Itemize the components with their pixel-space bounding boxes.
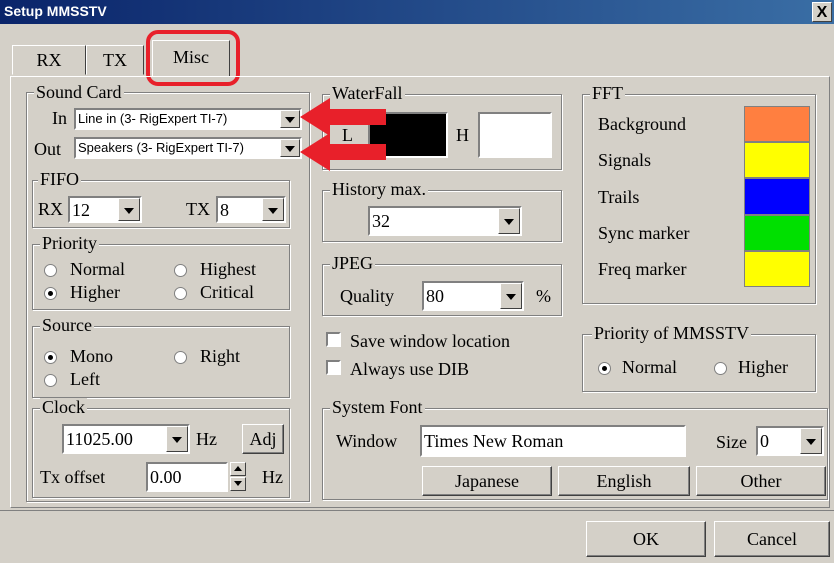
in-label: In xyxy=(52,108,67,128)
in-device-select[interactable]: Line in (3- RigExpert TI-7) xyxy=(74,108,302,130)
fft-trails-label: Trails xyxy=(598,187,640,207)
chevron-down-icon[interactable] xyxy=(166,426,188,452)
source-legend: Source xyxy=(40,315,94,335)
tx-offset-unit: Hz xyxy=(262,467,283,487)
tab-tx[interactable]: TX xyxy=(86,45,144,75)
font-window-value: Times New Roman xyxy=(424,431,564,451)
tx-offset-input[interactable]: 0.00 xyxy=(146,462,228,492)
other-font-button[interactable]: Other xyxy=(696,466,826,496)
fft-trails-swatch[interactable] xyxy=(744,178,810,215)
jpeg-quality-select[interactable]: 80 xyxy=(422,281,524,311)
sound-card-legend: Sound Card xyxy=(34,82,124,102)
english-font-button[interactable]: English xyxy=(558,466,690,496)
source-left-radio[interactable] xyxy=(44,374,57,387)
fft-legend: FFT xyxy=(590,83,626,103)
spin-down-icon[interactable] xyxy=(230,477,246,491)
history-value: 32 xyxy=(372,211,390,231)
fft-sync-marker-swatch[interactable] xyxy=(744,215,810,251)
ok-button[interactable]: OK xyxy=(586,521,706,557)
fifo-legend: FIFO xyxy=(38,169,82,189)
fifo-rx-label: RX xyxy=(38,199,64,219)
clock-legend: Clock xyxy=(40,397,87,417)
save-window-location-checkbox[interactable] xyxy=(326,332,341,347)
close-button[interactable]: X xyxy=(812,2,832,22)
window-title: Setup MMSSTV xyxy=(4,3,107,19)
annotation-arrows xyxy=(300,98,386,171)
priority-higher-radio[interactable] xyxy=(44,287,57,300)
waterfall-h-color[interactable] xyxy=(478,112,552,158)
fifo-rx-select[interactable]: 12 xyxy=(68,196,142,223)
tx-offset-label: Tx offset xyxy=(40,467,106,487)
fft-signals-swatch[interactable] xyxy=(744,142,810,178)
always-use-dib-label: Always use DIB xyxy=(350,359,469,379)
arrow-in-icon xyxy=(300,98,386,136)
chevron-down-icon[interactable] xyxy=(500,283,522,309)
out-device-value: Speakers (3- RigExpert TI-7) xyxy=(78,140,244,155)
mmsstv-normal-radio[interactable] xyxy=(598,362,611,375)
font-size-label: Size xyxy=(716,432,747,452)
out-device-select[interactable]: Speakers (3- RigExpert TI-7) xyxy=(74,137,302,159)
tx-offset-value: 0.00 xyxy=(150,467,182,487)
fifo-tx-value: 8 xyxy=(220,200,229,220)
chevron-down-icon[interactable] xyxy=(800,428,822,454)
fft-background-label: Background xyxy=(598,114,686,134)
mmsstv-higher-radio[interactable] xyxy=(714,362,727,375)
jpeg-legend: JPEG xyxy=(330,253,376,273)
adj-button[interactable]: Adj xyxy=(242,424,284,454)
font-window-input[interactable]: Times New Roman xyxy=(420,425,686,457)
font-size-value: 0 xyxy=(760,431,769,451)
tx-offset-spinner[interactable] xyxy=(230,462,246,492)
fifo-rx-value: 12 xyxy=(72,200,90,220)
fft-signals-label: Signals xyxy=(598,150,652,170)
in-device-value: Line in (3- RigExpert TI-7) xyxy=(78,111,228,126)
jpeg-unit: % xyxy=(536,286,551,306)
arrow-out-icon xyxy=(300,133,386,171)
chevron-down-icon[interactable] xyxy=(262,198,284,221)
jpeg-quality-label: Quality xyxy=(340,286,394,306)
priority-critical-radio[interactable] xyxy=(174,287,187,300)
font-window-label: Window xyxy=(336,431,398,451)
history-select[interactable]: 32 xyxy=(368,206,522,236)
cancel-button[interactable]: Cancel xyxy=(714,521,830,557)
spin-up-icon[interactable] xyxy=(230,462,246,476)
priority-highest-radio[interactable] xyxy=(174,264,187,277)
setup-dialog: Setup MMSSTV X RX TX Misc Sound Card In … xyxy=(0,0,834,563)
priority-normal-radio[interactable] xyxy=(44,264,57,277)
fft-freq-marker-label: Freq marker xyxy=(598,259,687,279)
always-use-dib-checkbox[interactable] xyxy=(326,360,341,375)
source-mono-label: Mono xyxy=(70,346,114,366)
priority-critical-label: Critical xyxy=(200,282,254,302)
clock-unit: Hz xyxy=(196,429,217,449)
source-left-label: Left xyxy=(70,369,100,389)
title-bar: Setup MMSSTV X xyxy=(0,0,834,24)
mmsstv-normal-label: Normal xyxy=(622,357,677,377)
fft-background-swatch[interactable] xyxy=(744,106,810,142)
fifo-tx-label: TX xyxy=(186,199,210,219)
source-right-label: Right xyxy=(200,346,241,366)
system-font-legend: System Font xyxy=(330,397,425,417)
priority-highest-label: Highest xyxy=(200,259,256,279)
clock-value: 11025.00 xyxy=(66,429,133,449)
priority-mmsstv-legend: Priority of MMSSTV xyxy=(592,323,752,343)
waterfall-h-label: H xyxy=(456,125,469,145)
fft-freq-marker-swatch[interactable] xyxy=(744,251,810,287)
chevron-down-icon[interactable] xyxy=(498,208,520,234)
save-window-location-label: Save window location xyxy=(350,331,510,351)
priority-higher-label: Higher xyxy=(70,282,120,302)
japanese-font-button[interactable]: Japanese xyxy=(422,466,552,496)
fifo-tx-select[interactable]: 8 xyxy=(216,196,286,223)
tab-rx[interactable]: RX xyxy=(12,45,86,75)
priority-legend: Priority xyxy=(40,233,100,253)
source-mono-radio[interactable] xyxy=(44,351,57,364)
font-size-select[interactable]: 0 xyxy=(756,426,824,456)
footer-divider xyxy=(0,510,834,511)
source-right-radio[interactable] xyxy=(174,351,187,364)
chevron-down-icon[interactable] xyxy=(118,198,140,221)
fft-sync-marker-label: Sync marker xyxy=(598,223,690,243)
priority-normal-label: Normal xyxy=(70,259,125,279)
out-label: Out xyxy=(34,139,61,159)
clock-select[interactable]: 11025.00 xyxy=(62,424,190,454)
jpeg-quality-value: 80 xyxy=(426,286,444,306)
mmsstv-higher-label: Higher xyxy=(738,357,788,377)
